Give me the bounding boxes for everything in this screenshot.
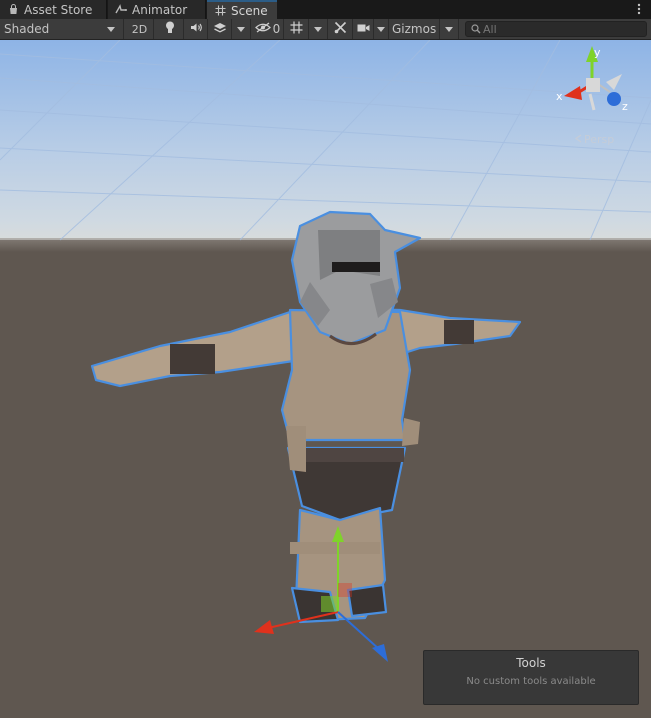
- scene-viewport[interactable]: y x z Persp Tools No custom tools availa…: [0, 40, 651, 718]
- tools-overlay-message: No custom tools available: [466, 676, 596, 687]
- more-options-icon[interactable]: [633, 1, 645, 17]
- search-input[interactable]: [483, 22, 643, 36]
- axis-y-label: y: [594, 46, 601, 59]
- 2d-mode-label: 2D: [131, 22, 148, 36]
- tools-overlay[interactable]: Tools No custom tools available: [423, 650, 639, 705]
- lightbulb-icon: [165, 21, 175, 37]
- chevron-down-icon: [445, 26, 453, 32]
- scene-search-field[interactable]: [465, 21, 647, 37]
- grid-icon: [290, 21, 303, 37]
- projection-toggle[interactable]: Persp: [574, 133, 614, 146]
- tab-animator[interactable]: Animator: [108, 0, 206, 19]
- effects-dropdown[interactable]: [232, 19, 251, 39]
- chevron-down-icon: [377, 26, 385, 32]
- search-icon: [470, 23, 482, 35]
- tools-icon: [334, 21, 347, 37]
- scene-grid-icon: [214, 5, 226, 17]
- axis-x-label: x: [556, 90, 563, 103]
- projection-label: Persp: [584, 133, 615, 146]
- camera-dropdown[interactable]: [374, 19, 389, 39]
- orientation-gizmo[interactable]: y x z: [554, 44, 634, 124]
- speaker-icon: [190, 22, 203, 36]
- chevron-down-icon: [107, 27, 115, 32]
- gizmos-label: Gizmos: [392, 22, 437, 36]
- scene-visibility-toggle[interactable]: 0: [252, 19, 284, 39]
- tab-bar: Asset Store Animator Scene: [0, 0, 651, 19]
- tab-asset-store[interactable]: Asset Store: [0, 0, 107, 19]
- scene-toolbar: Shaded 2D 0 Gizmos All: [0, 19, 651, 40]
- scene-render: [0, 40, 651, 718]
- audio-toggle[interactable]: [185, 19, 208, 39]
- hidden-object-count: 0: [272, 22, 281, 36]
- camera-icon: [357, 22, 370, 36]
- grid-toggle[interactable]: [285, 19, 309, 39]
- lighting-toggle[interactable]: [156, 19, 184, 39]
- chevron-down-icon: [314, 26, 322, 32]
- draw-mode-dropdown[interactable]: Shaded: [0, 19, 124, 39]
- tab-label: Asset Store: [24, 2, 93, 17]
- tab-label: Scene: [231, 3, 268, 18]
- shopping-bag-icon: [7, 4, 19, 16]
- camera-settings-button[interactable]: [354, 19, 374, 39]
- tools-overlay-title: Tools: [516, 656, 546, 670]
- layers-effects-icon: [213, 22, 227, 37]
- gizmos-toggle[interactable]: Gizmos: [390, 19, 440, 39]
- chevron-left-icon: [574, 133, 582, 146]
- scene-window: Asset Store Animator Scene Shaded 2D 0 G…: [0, 0, 651, 718]
- tab-scene[interactable]: Scene: [207, 0, 277, 19]
- 2d-mode-toggle[interactable]: 2D: [126, 19, 154, 39]
- draw-mode-value: Shaded: [4, 22, 50, 36]
- axis-z-label: z: [622, 100, 628, 113]
- component-tools-toggle[interactable]: [329, 19, 353, 39]
- effects-toggle[interactable]: [209, 19, 232, 39]
- grid-dropdown[interactable]: [309, 19, 328, 39]
- animator-icon: [115, 4, 127, 16]
- gizmos-dropdown[interactable]: [440, 19, 459, 39]
- chevron-down-icon: [237, 26, 245, 32]
- hidden-eye-icon: [254, 22, 271, 36]
- tab-label: Animator: [132, 2, 188, 17]
